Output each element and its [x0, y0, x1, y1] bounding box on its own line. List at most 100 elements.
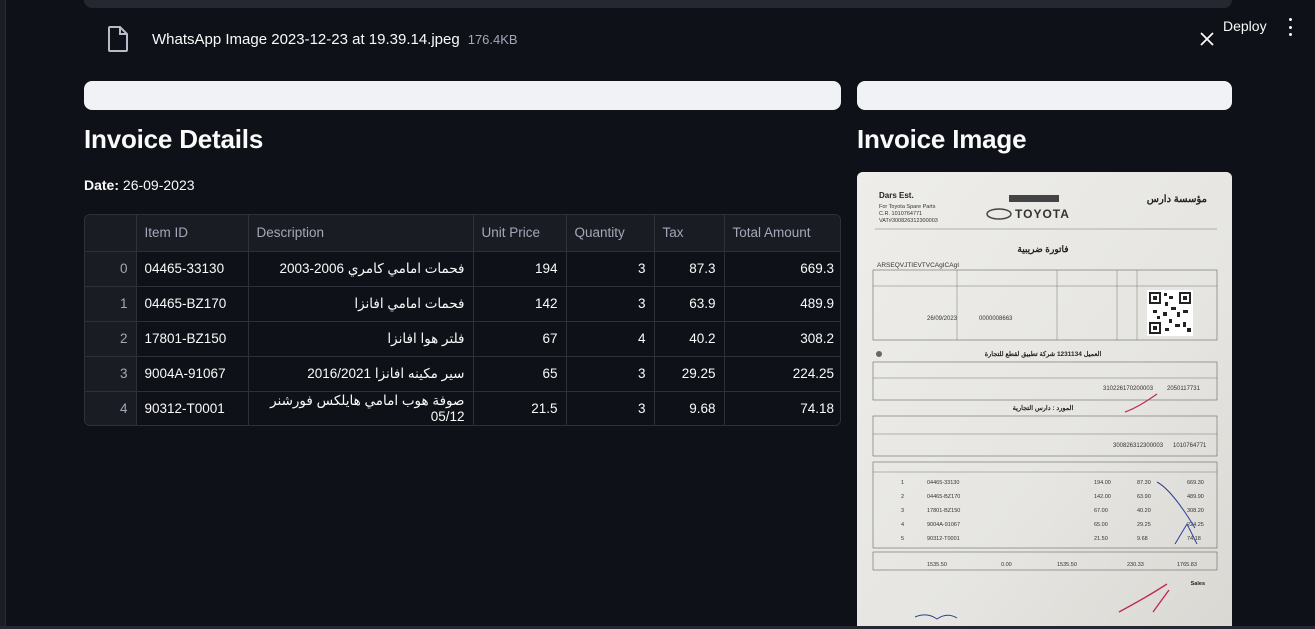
photo-line-no: 3 [901, 508, 904, 514]
photo-line-no: 5 [901, 536, 904, 542]
date-label: Date: [84, 177, 120, 193]
table-row: 1 04465-BZ170 فحمات امامي افانزا 142 3 6… [85, 286, 840, 322]
photo-line-tax: 40.20 [1137, 508, 1151, 514]
shop-vat: VAT#300826312300003 [879, 218, 938, 224]
photo-line-price: 194.00 [1094, 480, 1111, 486]
cell-description[interactable]: فحمات امامي افانزا [248, 286, 474, 322]
uploaded-file-row: WhatsApp Image 2023-12-23 at 19.39.14.jp… [84, 14, 1232, 64]
cell-tax[interactable]: 63.9 [654, 286, 725, 322]
customer-cr: 2050117731 [1167, 386, 1201, 392]
cell-total-amount[interactable]: 74.18 [724, 391, 840, 425]
sum-discount: 0.00 [1001, 562, 1012, 568]
tax-invoice-title-ar: فاتورة ضريبية [1017, 244, 1068, 255]
photo-line-tax: 29.25 [1137, 522, 1151, 528]
right-progress-bar [857, 81, 1232, 110]
row-index: 4 [85, 391, 137, 425]
photo-line-price: 65.00 [1094, 522, 1108, 528]
cell-tax[interactable]: 40.2 [654, 321, 725, 357]
supplier-line-ar: المورد : دارس التجارية [1013, 404, 1074, 412]
cell-unit-price[interactable]: 142 [473, 286, 567, 322]
cell-unit-price[interactable]: 67 [473, 321, 567, 357]
file-name: WhatsApp Image 2023-12-23 at 19.39.14.jp… [152, 30, 460, 48]
cell-item-id[interactable]: 9004A-91067 [136, 356, 249, 392]
cell-unit-price[interactable]: 65 [473, 356, 567, 392]
cell-total-amount[interactable]: 489.9 [724, 286, 840, 322]
column-header-tax[interactable]: Tax [654, 215, 725, 252]
cell-description[interactable]: فحمات امامي كامري 2006-2003 [248, 251, 474, 287]
cell-description[interactable]: سير مكينه افانزا 2016/2021 [248, 356, 474, 392]
cell-item-id[interactable]: 04465-33130 [136, 251, 249, 287]
row-index: 2 [85, 321, 137, 357]
cell-quantity[interactable]: 3 [566, 251, 655, 287]
cell-quantity[interactable]: 3 [566, 391, 655, 425]
cell-item-id[interactable]: 90312-T0001 [136, 391, 249, 425]
invoice-code: ARSEQVJTIEVTVCAgICAgI [877, 262, 959, 269]
photo-line-id: 17801-BZ150 [927, 508, 960, 514]
customer-line-ar: العميل 1231134 شركة تطبيق لقطع للتجارة [985, 350, 1102, 358]
table-row: 2 17801-BZ150 فلتر هوا افانزا 67 4 40.2 … [85, 321, 840, 357]
cell-description[interactable]: فلتر هوا افانزا [248, 321, 474, 357]
sum-total: 1765.83 [1177, 562, 1197, 568]
cell-quantity[interactable]: 4 [566, 321, 655, 357]
cell-unit-price[interactable]: 21.5 [473, 391, 567, 425]
photo-line-no: 4 [901, 522, 904, 528]
file-size: 176.4KB [467, 31, 518, 47]
supplier-vat: 300826312300003 [1113, 443, 1164, 449]
cell-quantity[interactable]: 3 [566, 286, 655, 322]
column-header-description[interactable]: Description [248, 215, 474, 252]
photo-line-no: 1 [901, 480, 904, 486]
table-row: 3 9004A-91067 سير مكينه افانزا 2016/2021… [85, 356, 840, 392]
shop-name-ar: مؤسسة دارس [1147, 194, 1207, 205]
left-progress-bar [84, 81, 841, 110]
cell-unit-price[interactable]: 194 [473, 251, 567, 287]
photo-line-total: 224.25 [1187, 522, 1204, 528]
cell-total-amount[interactable]: 224.25 [724, 356, 840, 392]
photo-line-no: 2 [901, 494, 904, 500]
invoice-number: 0000008663 [979, 316, 1013, 322]
table-header-row: Item ID Description Unit Price Quantity … [85, 215, 840, 252]
cell-total-amount[interactable]: 308.2 [724, 321, 840, 357]
photo-line-total: 489.90 [1187, 494, 1204, 500]
column-header-index[interactable] [85, 215, 137, 252]
cell-tax[interactable]: 9.68 [654, 391, 725, 425]
photo-line-id: 04465-BZ170 [927, 494, 960, 500]
cell-tax[interactable]: 29.25 [654, 356, 725, 392]
remove-file-close-icon[interactable] [1198, 30, 1216, 48]
cell-item-id[interactable]: 04465-BZ170 [136, 286, 249, 322]
customer-vat: 310226170200003 [1103, 386, 1154, 392]
deploy-button[interactable]: Deploy [1223, 18, 1267, 34]
cell-total-amount[interactable]: 669.3 [724, 251, 840, 287]
sum-subtotal: 1535.50 [927, 562, 947, 568]
qr-code [1147, 290, 1193, 336]
shop-name-en: Dars Est. [879, 191, 914, 200]
cell-quantity[interactable]: 3 [566, 356, 655, 392]
table-row: 0 04465-33130 فحمات امامي كامري 2006-200… [85, 251, 840, 287]
photo-line-tax: 63.90 [1137, 494, 1151, 500]
shop-sub-en: For Toyota Spare Parts [879, 204, 936, 210]
date-value: 26-09-2023 [119, 177, 195, 193]
row-index: 1 [85, 286, 137, 322]
photo-line-id: 04465-33130 [927, 480, 959, 486]
photo-line-price: 21.50 [1094, 536, 1108, 542]
column-header-total-amount[interactable]: Total Amount [724, 215, 840, 252]
photo-line-total: 669.30 [1187, 480, 1204, 486]
photo-line-price: 142.00 [1094, 494, 1111, 500]
row-index: 0 [85, 251, 137, 287]
invoice-date-value: 26/09/2023 [927, 316, 958, 322]
cell-description[interactable]: صوفة هوب امامي هايلكس فورشنر 05/12 [248, 391, 474, 425]
cell-tax[interactable]: 87.3 [654, 251, 725, 287]
photo-line-id: 90312-T0001 [927, 536, 960, 542]
invoice-details-heading: Invoice Details [84, 124, 264, 154]
shop-cr: C.R. 1010764771 [879, 211, 922, 217]
invoice-items-table[interactable]: Item ID Description Unit Price Quantity … [84, 214, 841, 426]
sum-net: 1535.50 [1057, 562, 1077, 568]
photo-line-total: 308.20 [1187, 508, 1204, 514]
toyota-logo-text: TOYOTA [1015, 207, 1070, 221]
file-uploader-dropzone[interactable] [84, 0, 1232, 8]
left-frame-edge [0, 0, 6, 629]
cell-item-id[interactable]: 17801-BZ150 [136, 321, 249, 357]
main-menu-kebab-icon[interactable] [1283, 18, 1297, 36]
column-header-item-id[interactable]: Item ID [136, 215, 249, 252]
column-header-unit-price[interactable]: Unit Price [473, 215, 567, 252]
column-header-quantity[interactable]: Quantity [566, 215, 655, 252]
